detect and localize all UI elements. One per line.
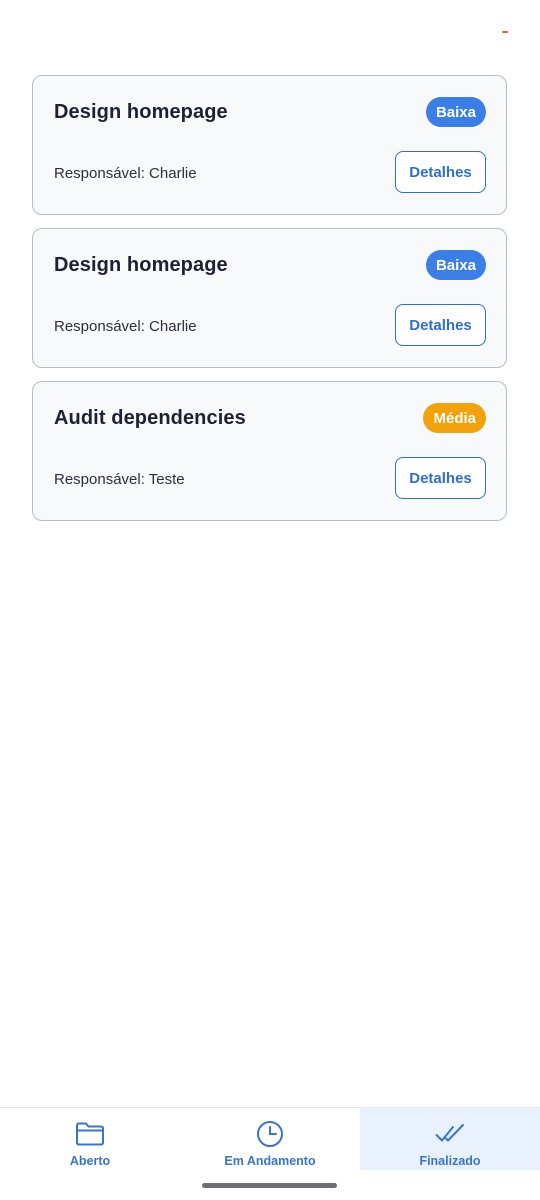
task-title: Audit dependencies (54, 407, 246, 429)
nav-label-finalizado: Finalizado (419, 1154, 481, 1168)
priority-badge: Baixa (425, 97, 486, 127)
task-title: Design homepage (54, 254, 228, 276)
nav-item-finalizado[interactable]: Finalizado (360, 1108, 540, 1170)
task-card: Audit dependencies Média Responsável: Te… (32, 381, 507, 521)
nav-item-aberto[interactable]: Aberto (0, 1108, 180, 1170)
home-indicator[interactable] (202, 1183, 337, 1188)
task-list: Design homepage Baixa Responsável: Charl… (32, 75, 507, 534)
nav-label-aberto: Aberto (69, 1154, 111, 1168)
clock-icon (255, 1120, 285, 1148)
task-card: Design homepage Baixa Responsável: Charl… (32, 228, 507, 368)
details-button[interactable]: Detalhes (395, 151, 486, 193)
details-button[interactable]: Detalhes (395, 304, 486, 346)
double-check-icon (435, 1120, 465, 1148)
bottom-nav: Aberto Em Andamento Finalizado (0, 1107, 540, 1170)
priority-badge: Média (423, 403, 486, 433)
nav-label-em-andamento: Em Andamento (224, 1154, 316, 1168)
task-card: Design homepage Baixa Responsável: Charl… (32, 75, 507, 215)
details-button[interactable]: Detalhes (395, 457, 486, 499)
folder-icon (75, 1120, 105, 1148)
task-assignee: Responsável: Teste (54, 471, 185, 488)
task-assignee: Responsável: Charlie (54, 165, 197, 182)
task-assignee: Responsável: Charlie (54, 318, 197, 335)
priority-badge: Baixa (425, 250, 486, 280)
task-title: Design homepage (54, 101, 228, 123)
nav-item-em-andamento[interactable]: Em Andamento (180, 1108, 360, 1170)
status-indicator (502, 31, 508, 33)
